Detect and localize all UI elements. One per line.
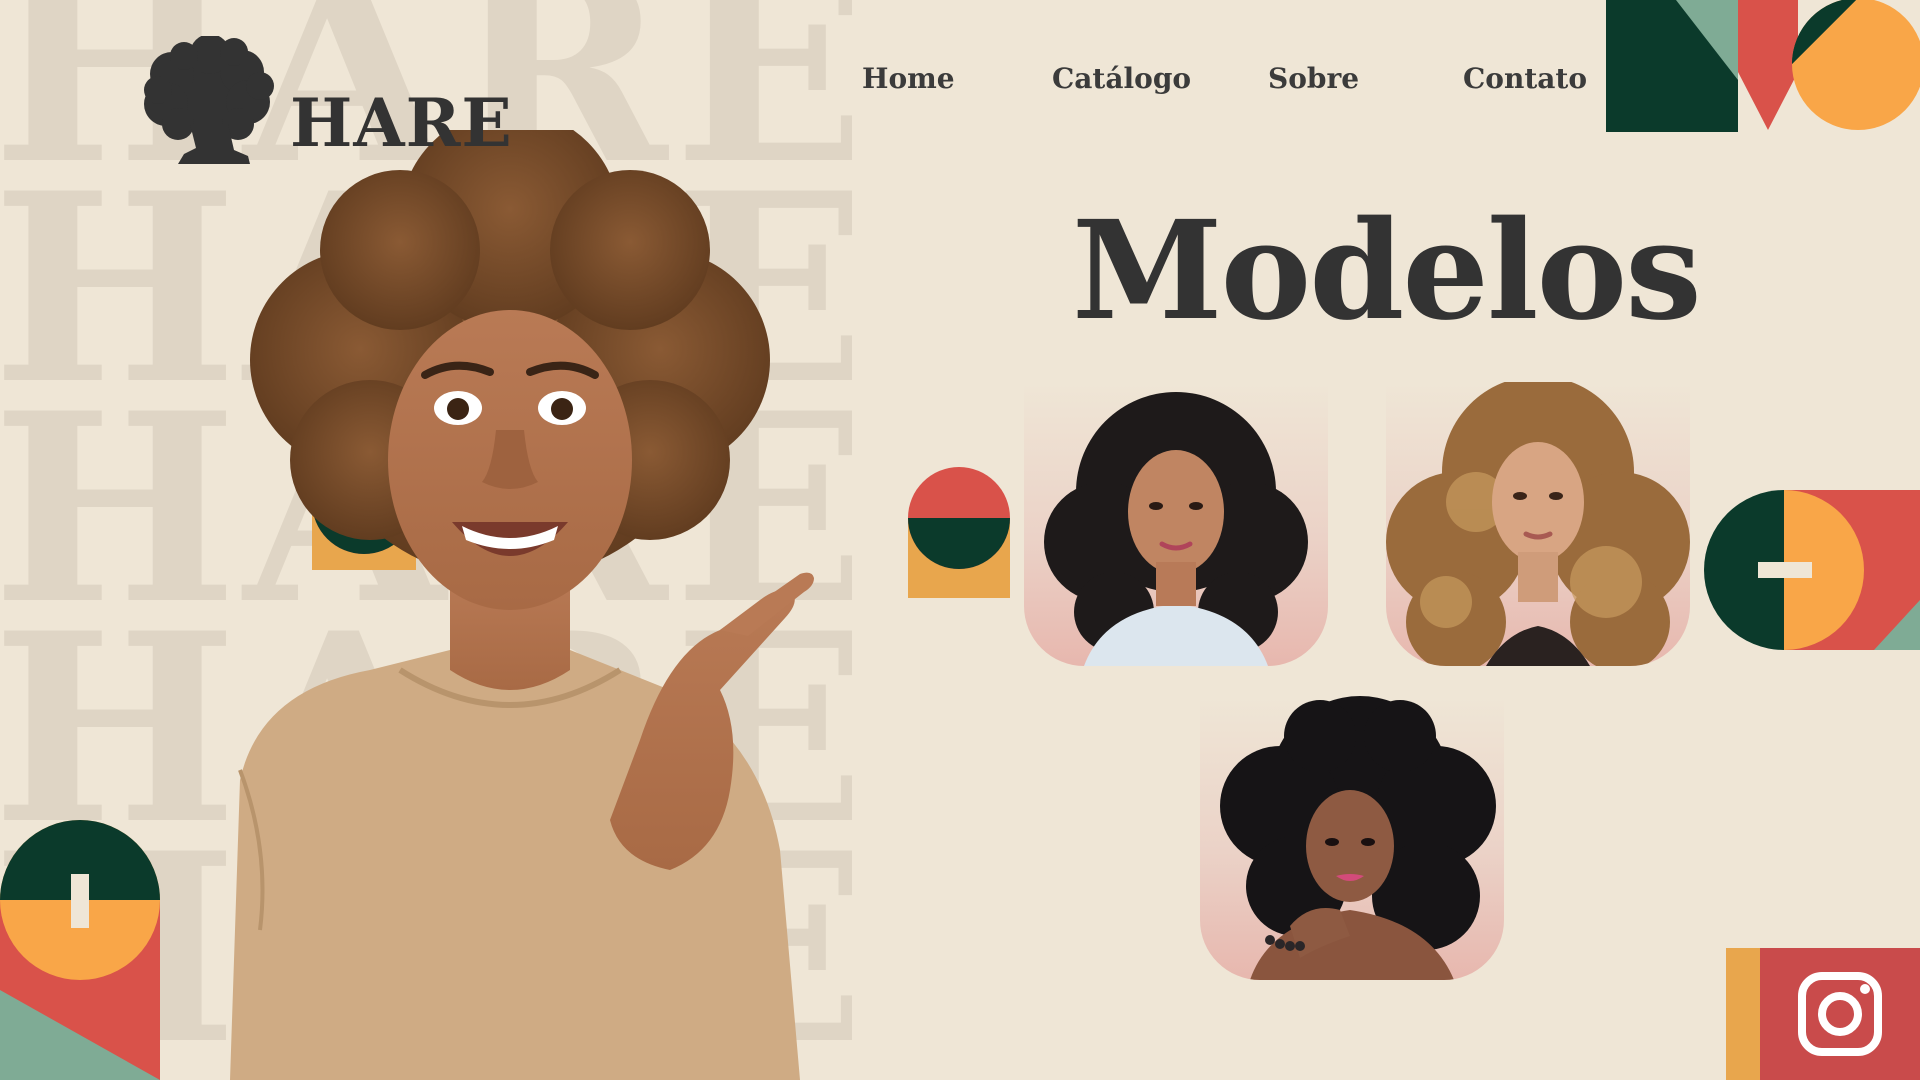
right-geometric-decoration [1704,490,1920,650]
page-title: Modelos [1072,191,1702,351]
model-card[interactable] [1386,382,1690,666]
model-photo [1220,696,1496,980]
bottom-left-geometric-decoration [0,820,162,1080]
model-card[interactable] [1200,696,1504,980]
nav-sobre[interactable]: Sobre [1268,62,1359,95]
nav-contato[interactable]: Contato [1463,62,1587,95]
instagram-button[interactable] [1726,948,1920,1080]
nav-home[interactable]: Home [862,62,955,95]
model-photo [1386,382,1690,666]
model-card[interactable] [1024,382,1328,666]
top-right-geometric-decoration [1606,0,1920,132]
nav-catalogo[interactable]: Catálogo [1052,62,1191,95]
hero-woman-image [200,110,900,1080]
brand-logo[interactable]: HARE [138,36,513,164]
model-photo [1044,392,1308,666]
afro-silhouette-icon [144,36,274,164]
middle-circle-block-decoration [908,466,1010,598]
brand-name: HARE [290,84,513,162]
